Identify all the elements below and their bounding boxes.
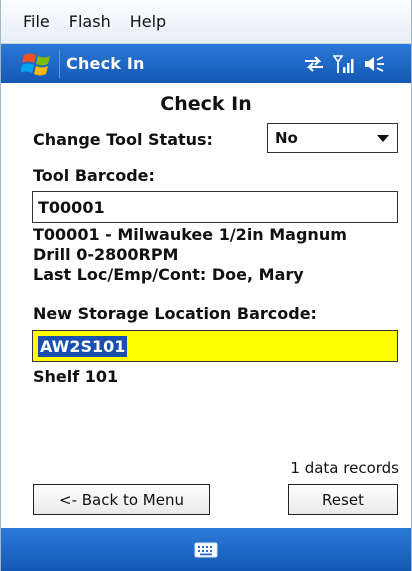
form-area: Check In Change Tool Status: No Tool Bar… — [1, 83, 411, 515]
menu-flash[interactable]: Flash — [69, 12, 111, 31]
connectivity-icon[interactable] — [303, 55, 325, 73]
windows-start-icon[interactable] — [21, 49, 55, 79]
signal-icon[interactable] — [333, 54, 355, 74]
tool-description-line1: T00001 - Milwaukee 1/2in Magnum — [33, 225, 347, 244]
tool-description-line2: Drill 0-2800RPM — [33, 245, 179, 264]
title-separator — [59, 49, 60, 78]
tool-barcode-input[interactable]: T00001 — [32, 191, 398, 223]
tool-barcode-value: T00001 — [38, 197, 105, 217]
tool-barcode-label: Tool Barcode: — [33, 166, 155, 185]
reset-button[interactable]: Reset — [288, 484, 398, 515]
window-title: Check In — [66, 54, 145, 73]
status-icons — [303, 44, 385, 83]
back-to-menu-button[interactable]: <- Back to Menu — [33, 484, 210, 515]
speaker-icon[interactable] — [363, 54, 385, 74]
storage-location-value: AW2S101 — [38, 335, 128, 357]
storage-location-description: Shelf 101 — [33, 367, 119, 386]
tool-status-value: No — [275, 129, 298, 147]
record-count: 1 data records — [290, 459, 399, 477]
page-title: Check In — [160, 93, 252, 115]
keyboard-icon[interactable] — [194, 541, 218, 559]
change-status-label: Change Tool Status: — [33, 130, 213, 149]
tool-status-dropdown[interactable]: No — [267, 123, 398, 153]
storage-location-label: New Storage Location Barcode: — [33, 304, 317, 323]
menu-help[interactable]: Help — [130, 12, 166, 31]
chevron-down-icon[interactable] — [377, 135, 389, 142]
menu-file[interactable]: File — [23, 12, 50, 31]
storage-location-input[interactable]: AW2S101 — [32, 330, 398, 362]
app-window: File Flash Help Check In Check In Change… — [0, 0, 412, 571]
soft-key-bar — [1, 528, 411, 571]
menu-bar: File Flash Help — [1, 0, 411, 44]
title-bar: Check In — [1, 44, 411, 83]
last-location-text: Last Loc/Emp/Cont: Doe, Mary — [33, 265, 304, 284]
